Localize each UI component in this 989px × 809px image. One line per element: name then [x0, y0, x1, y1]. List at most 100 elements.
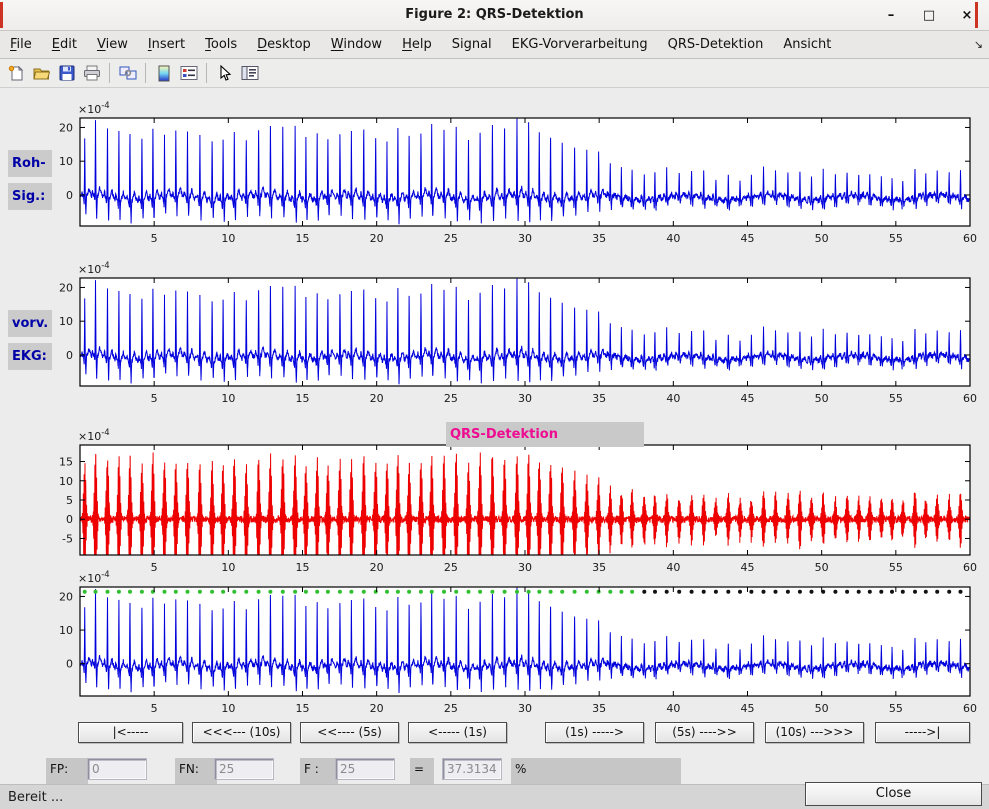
svg-text:30: 30: [518, 561, 532, 574]
menu-item-window[interactable]: Window: [321, 31, 392, 58]
link-plots-icon[interactable]: [115, 61, 140, 85]
detected-beat-marker: [396, 590, 400, 594]
svg-text:20: 20: [59, 590, 73, 603]
nav-end-button[interactable]: ----->|: [875, 722, 970, 743]
svg-text:35: 35: [592, 561, 606, 574]
fp-input[interactable]: [88, 759, 146, 779]
svg-text:15: 15: [296, 232, 310, 245]
menubar: FileEditViewInsertToolsDesktopWindowHelp…: [0, 31, 989, 59]
svg-text:50: 50: [815, 392, 829, 405]
menu-item-ekg-vorverarbeitung[interactable]: EKG-Vorverarbeitung: [502, 31, 658, 58]
missed-beat-marker: [810, 590, 814, 594]
svg-text:35: 35: [592, 702, 606, 715]
detected-beat-marker: [163, 590, 167, 594]
nav-back-1s-button[interactable]: <----- (1s): [408, 722, 507, 743]
missed-beat-marker: [677, 590, 681, 594]
menu-item-signal[interactable]: Signal: [442, 31, 502, 58]
missed-beat-marker: [947, 590, 951, 594]
menu-item-qrs-detektion[interactable]: QRS-Detektion: [658, 31, 774, 58]
detected-beat-marker: [630, 590, 634, 594]
close-icon[interactable]: ×: [959, 7, 975, 23]
label-sig: Sig.:: [8, 183, 52, 210]
missed-beat-marker: [901, 590, 905, 594]
svg-text:40: 40: [666, 702, 680, 715]
nav-fwd-5s-button[interactable]: (5s) ---->>: [655, 722, 754, 743]
svg-text:55: 55: [889, 392, 903, 405]
pointer-icon[interactable]: [212, 61, 237, 85]
titlebar[interactable]: Figure 2: QRS-Detektion – □ ×: [0, 0, 989, 31]
result-input[interactable]: [443, 759, 501, 779]
nav-fwd-10s-button[interactable]: (10s) --->>>: [765, 722, 864, 743]
detected-beat-marker: [527, 590, 531, 594]
detected-beat-marker: [221, 590, 225, 594]
detected-beat-marker: [442, 590, 446, 594]
svg-text:55: 55: [889, 702, 903, 715]
print-icon[interactable]: [79, 61, 104, 85]
qrs-detektion-title-box: QRS-Detektion: [446, 422, 644, 447]
nav-back-5s-button[interactable]: <<---- (5s): [300, 722, 399, 743]
menu-item-insert[interactable]: Insert: [138, 31, 195, 58]
svg-text:60: 60: [963, 702, 977, 715]
menu-item-ansicht[interactable]: Ansicht: [773, 31, 841, 58]
svg-text:10: 10: [59, 155, 73, 168]
close-button[interactable]: Close: [805, 782, 982, 806]
menu-item-tools[interactable]: Tools: [195, 31, 247, 58]
nav-back-10s-button[interactable]: <<<--- (10s): [192, 722, 291, 743]
svg-text:50: 50: [815, 232, 829, 245]
detected-beat-marker: [338, 590, 342, 594]
svg-text:30: 30: [518, 232, 532, 245]
detected-beat-marker: [467, 590, 471, 594]
missed-beat-marker: [653, 590, 657, 594]
save-icon[interactable]: [54, 61, 79, 85]
f-input[interactable]: [336, 759, 394, 779]
insert-legend-icon[interactable]: [176, 61, 201, 85]
detected-beat-marker: [94, 590, 98, 594]
detected-beat-marker: [186, 590, 190, 594]
missed-beat-marker: [868, 590, 872, 594]
svg-text:10: 10: [221, 232, 235, 245]
detected-beat-marker: [597, 590, 601, 594]
minimize-icon[interactable]: –: [883, 7, 899, 23]
fn-label: FN:: [175, 758, 217, 784]
detected-beat-marker: [83, 590, 87, 594]
plot-browser-icon[interactable]: [237, 61, 262, 85]
toolbar-separator: [206, 63, 207, 83]
svg-text:5: 5: [151, 702, 158, 715]
detected-beat-marker: [293, 590, 297, 594]
nav-begin-button[interactable]: |<-----: [78, 722, 183, 743]
svg-text:55: 55: [889, 232, 903, 245]
detected-beat-marker: [268, 590, 272, 594]
detected-beat-marker: [503, 590, 507, 594]
f-label: F :: [300, 758, 338, 784]
menu-item-file[interactable]: File: [0, 31, 42, 58]
detected-beat-marker: [619, 590, 623, 594]
detected-beat-marker: [304, 590, 308, 594]
missed-beat-marker: [833, 590, 837, 594]
menu-overflow-icon[interactable]: ↘: [974, 31, 983, 58]
percent-label: %: [511, 758, 681, 784]
nav-fwd-1s-button[interactable]: (1s) ----->: [545, 722, 644, 743]
missed-beat-marker: [845, 590, 849, 594]
menu-item-help[interactable]: Help: [392, 31, 442, 58]
detected-beat-marker: [140, 590, 144, 594]
fn-input[interactable]: [215, 759, 273, 779]
missed-beat-marker: [890, 590, 894, 594]
insert-colorbar-icon[interactable]: [151, 61, 176, 85]
svg-text:10: 10: [59, 624, 73, 637]
menu-item-edit[interactable]: Edit: [42, 31, 87, 58]
fp-label: FP:: [46, 758, 88, 784]
menu-item-view[interactable]: View: [87, 31, 138, 58]
svg-text:×10-4: ×10-4: [78, 261, 110, 276]
svg-text:45: 45: [741, 232, 755, 245]
new-file-icon[interactable]: [4, 61, 29, 85]
maximize-icon[interactable]: □: [921, 7, 937, 23]
equals-label: =: [410, 758, 434, 784]
svg-text:30: 30: [518, 702, 532, 715]
detected-beat-marker: [560, 590, 564, 594]
svg-text:20: 20: [370, 232, 384, 245]
svg-text:0: 0: [66, 189, 73, 202]
menu-item-desktop[interactable]: Desktop: [247, 31, 321, 58]
window-title: Figure 2: QRS-Detektion: [0, 0, 989, 30]
missed-beat-marker: [762, 590, 766, 594]
open-file-icon[interactable]: [29, 61, 54, 85]
